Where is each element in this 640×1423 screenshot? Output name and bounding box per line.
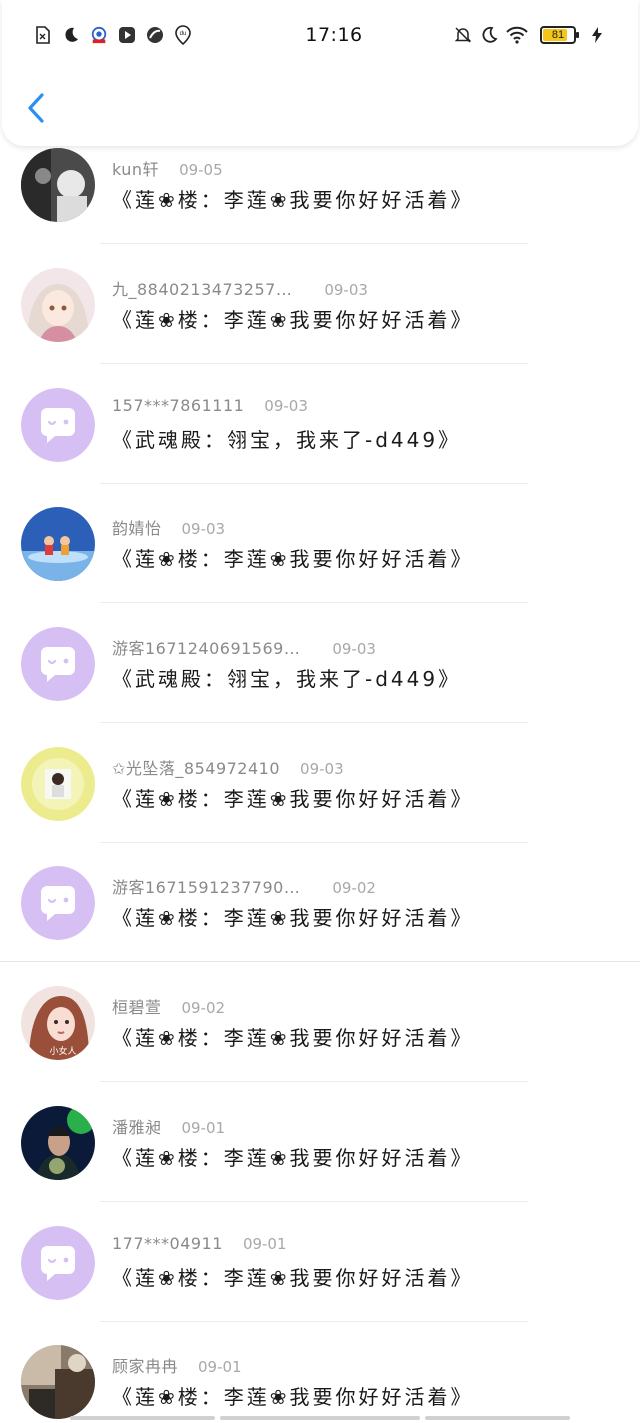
item-date: 09-02 (181, 999, 226, 1017)
user-name: 韵婧怡 (112, 519, 162, 538)
item-date: 09-03 (324, 281, 368, 299)
list-item[interactable]: ✩光坠落_854972410 09-03 《莲❀楼：李莲❀我要你好好活着》 (0, 745, 640, 865)
item-date: 09-03 (332, 640, 376, 658)
item-meta: 157***7861111 09-03 (112, 396, 308, 415)
charging-bolt-icon (588, 26, 606, 44)
item-message[interactable]: 《莲❀楼：李莲❀我要你好好活着》 (112, 902, 474, 931)
divider (100, 1081, 528, 1082)
item-meta: 九_8840213473257… 09-03 (112, 276, 368, 300)
moon-icon (62, 26, 80, 44)
list-item[interactable]: 九_8840213473257… 09-03 《莲❀楼：李莲❀我要你好好活着》 (0, 266, 640, 386)
list-item[interactable]: 韵婧怡 09-03 《莲❀楼：李莲❀我要你好好活着》 (0, 505, 640, 625)
divider (100, 1321, 528, 1322)
item-message[interactable]: 《莲❀楼：李莲❀我要你好好活着》 (112, 1381, 474, 1410)
list-item[interactable]: 游客1671591237790… 09-02 《莲❀楼：李莲❀我要你好好活着》 (0, 864, 640, 984)
scroll-indicator (70, 1416, 215, 1420)
user-name: 游客1671240691569… (112, 639, 301, 658)
avatar[interactable] (21, 1106, 95, 1180)
avatar[interactable]: 小女人 (21, 986, 95, 1060)
item-meta: kun轩 09-05 (112, 156, 223, 180)
divider (100, 602, 528, 603)
item-meta: 游客1671591237790… 09-02 (112, 874, 376, 898)
battery-level: 81 (551, 29, 565, 41)
item-meta: 桓碧萱 09-02 (112, 994, 225, 1018)
item-message[interactable]: 《莲❀楼：李莲❀我要你好好活着》 (112, 783, 474, 812)
scroll-indicator (220, 1416, 420, 1420)
divider (100, 483, 528, 484)
item-message[interactable]: 《莲❀楼：李莲❀我要你好好活着》 (112, 304, 474, 333)
sim-off-icon (34, 26, 52, 44)
user-name: 游客1671591237790… (112, 878, 301, 897)
status-bar: du 17:16 81 (0, 0, 640, 70)
item-date: 09-03 (181, 520, 226, 538)
avatar[interactable] (21, 1345, 95, 1419)
item-message[interactable]: 《武魂殿：翎宝，我来了-d449》 (112, 663, 461, 692)
divider (100, 842, 528, 843)
svg-text:du: du (180, 31, 187, 37)
avatar[interactable] (21, 866, 95, 940)
divider (100, 1201, 528, 1202)
user-name: kun轩 (112, 160, 160, 179)
item-meta: 潘雅昶 09-01 (112, 1114, 225, 1138)
item-date: 09-05 (179, 161, 223, 179)
item-message[interactable]: 《莲❀楼：李莲❀我要你好好活着》 (112, 1142, 474, 1171)
item-date: 09-03 (264, 397, 308, 415)
avatar[interactable] (21, 1226, 95, 1300)
chevron-left-icon (26, 92, 46, 128)
item-meta: 游客1671240691569… 09-03 (112, 635, 376, 659)
item-message[interactable]: 《莲❀楼：李莲❀我要你好好活着》 (112, 543, 474, 572)
list-item[interactable]: 潘雅昶 09-01 《莲❀楼：李莲❀我要你好好活着》 (0, 1104, 640, 1224)
list-item[interactable]: kun轩 09-05 《莲❀楼：李莲❀我要你好好活着》 (0, 146, 640, 266)
item-message[interactable]: 《武魂殿：翎宝，我来了-d449》 (112, 424, 461, 453)
avatar[interactable] (21, 747, 95, 821)
list-item[interactable]: 177***04911 09-01 《莲❀楼：李莲❀我要你好好活着》 (0, 1224, 640, 1344)
avatar[interactable] (21, 627, 95, 701)
avatar[interactable] (21, 148, 95, 222)
list-item[interactable]: 小女人 桓碧萱 09-02 《莲❀楼：李莲❀我要你好好活着》 (0, 984, 640, 1104)
back-button[interactable] (18, 90, 54, 130)
item-meta: 韵婧怡 09-03 (112, 515, 225, 539)
item-date: 09-01 (242, 1235, 287, 1253)
item-date: 09-02 (332, 879, 376, 897)
user-name: 桓碧萱 (112, 998, 162, 1017)
divider (100, 243, 528, 244)
item-meta: 177***04911 09-01 (112, 1234, 287, 1253)
user-name: 潘雅昶 (112, 1118, 162, 1137)
item-date: 09-01 (181, 1119, 226, 1137)
item-meta: ✩光坠落_854972410 09-03 (112, 755, 344, 779)
user-name: 顾家冉冉 (112, 1357, 179, 1376)
item-message[interactable]: 《莲❀楼：李莲❀我要你好好活着》 (112, 184, 474, 213)
item-message[interactable]: 《莲❀楼：李莲❀我要你好好活着》 (112, 1022, 474, 1051)
item-message[interactable]: 《莲❀楼：李莲❀我要你好好活着》 (112, 1262, 474, 1291)
bank-app-icon (90, 26, 108, 44)
moon-icon (480, 26, 498, 44)
item-date: 09-01 (198, 1358, 242, 1376)
user-name: 157***7861111 (112, 396, 245, 415)
list-item[interactable]: 157***7861111 09-03 《武魂殿：翎宝，我来了-d449》 (0, 386, 640, 506)
scroll-indicator (425, 1416, 570, 1420)
location-pin-icon: du (174, 25, 192, 45)
status-time: 17:16 (305, 24, 363, 46)
avatar[interactable] (21, 268, 95, 342)
divider (100, 722, 528, 723)
user-name: 九_8840213473257… (112, 280, 293, 299)
section-divider (0, 961, 640, 962)
list-item[interactable]: 顾家冉冉 09-01 《莲❀楼：李莲❀我要你好好活着》 (0, 1343, 640, 1423)
status-left-icons: du (34, 25, 274, 45)
status-right-icons: 81 (454, 26, 606, 44)
divider (100, 363, 528, 364)
video-app-icon (118, 26, 136, 44)
battery-icon: 81 (540, 26, 579, 44)
item-meta: 顾家冉冉 09-01 (112, 1353, 242, 1377)
list-item[interactable]: 游客1671240691569… 09-03 《武魂殿：翎宝，我来了-d449》 (0, 625, 640, 745)
user-name: ✩光坠落_854972410 (112, 759, 281, 778)
browser-app-icon (146, 26, 164, 44)
wifi-icon (506, 26, 528, 44)
avatar[interactable] (21, 507, 95, 581)
bell-off-icon (454, 26, 472, 44)
svg-text:小女人: 小女人 (49, 1045, 76, 1057)
item-date: 09-03 (300, 760, 344, 778)
avatar[interactable] (21, 388, 95, 462)
user-name: 177***04911 (112, 1234, 223, 1253)
